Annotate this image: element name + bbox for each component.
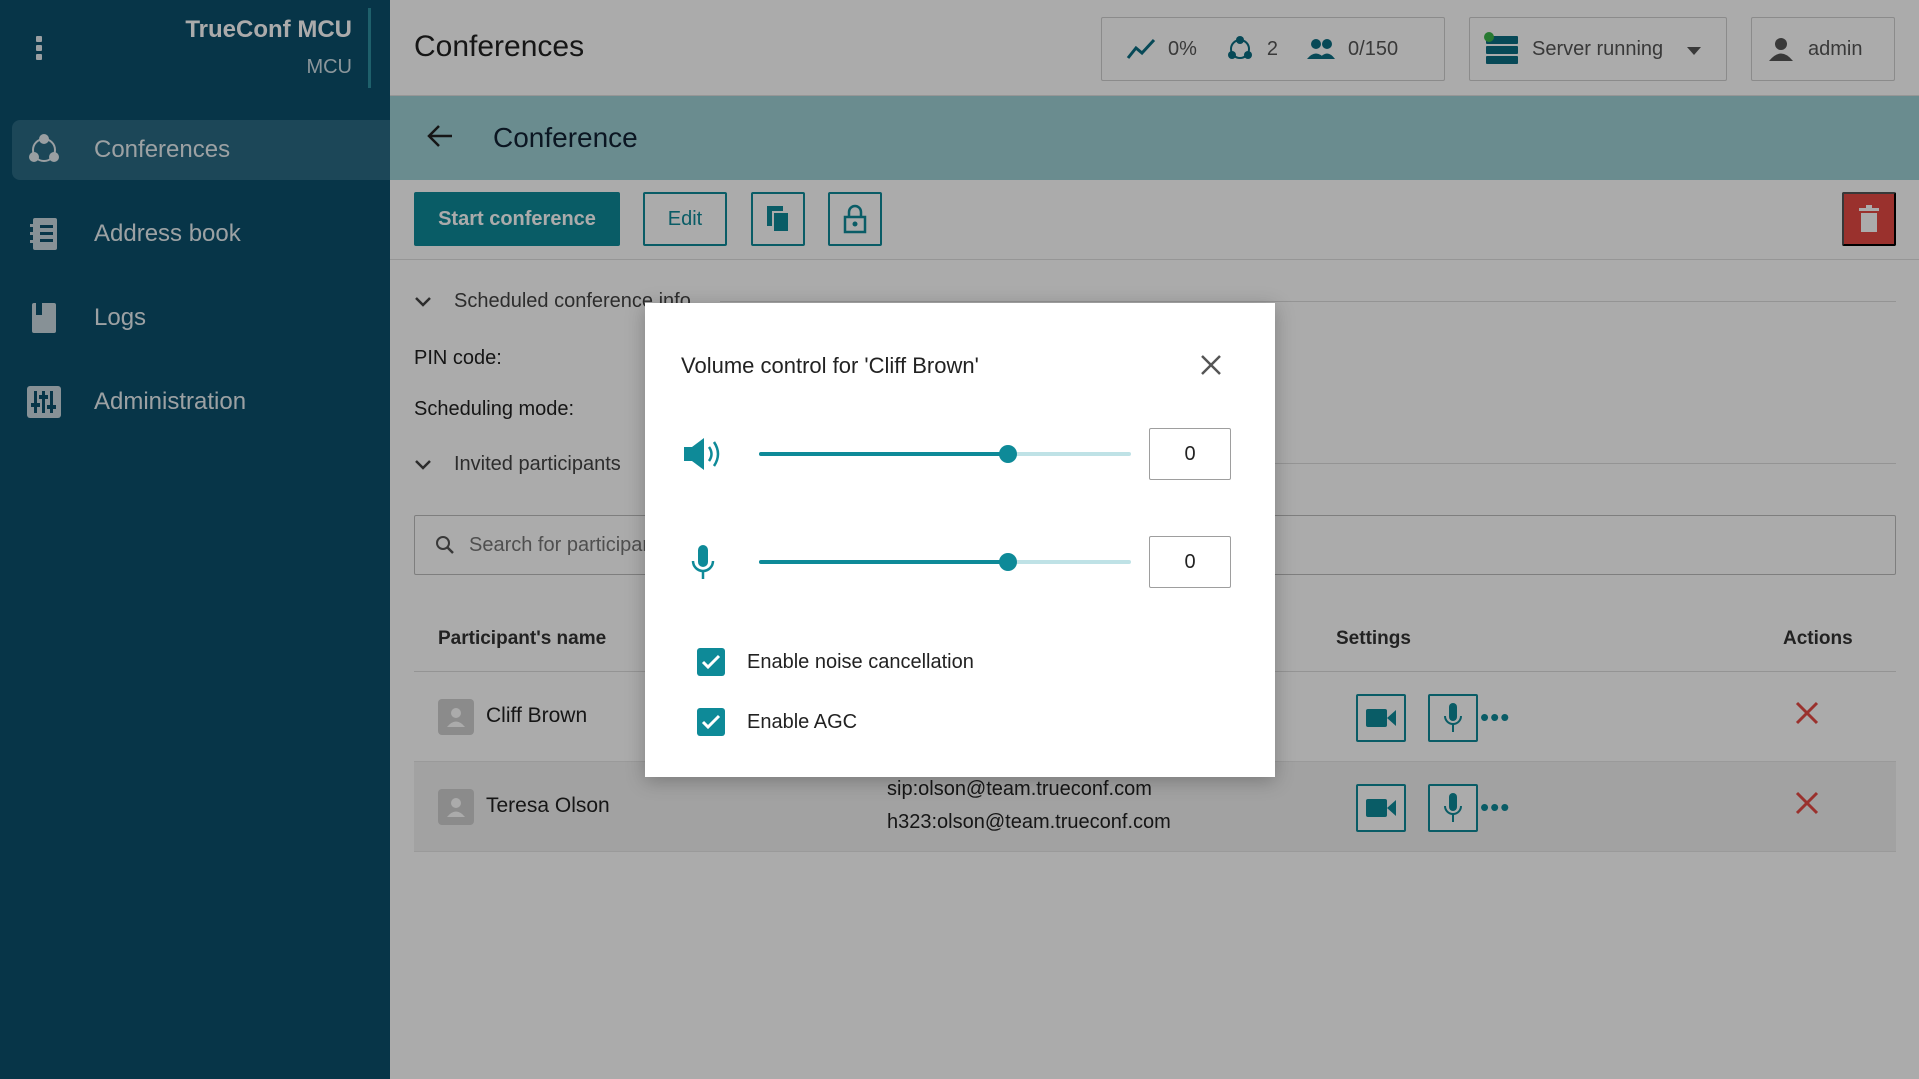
speaker-volume-row: 0 [681, 428, 1241, 480]
mic-volume-slider[interactable] [759, 553, 1131, 571]
agc-label: Enable AGC [747, 710, 858, 733]
dialog-title: Volume control for 'Cliff Brown' [681, 353, 979, 378]
noise-cancellation-option[interactable]: Enable noise cancellation [697, 648, 974, 676]
mic-volume-row: 0 [681, 536, 1241, 588]
microphone-icon [681, 542, 725, 582]
volume-control-dialog: Volume control for 'Cliff Brown' 0 0 Ena… [645, 303, 1275, 777]
checkmark-icon [701, 714, 721, 730]
speaker-icon [681, 434, 725, 474]
noise-cancellation-checkbox[interactable] [697, 648, 725, 676]
slider-thumb[interactable] [999, 445, 1018, 463]
close-icon[interactable] [1197, 351, 1225, 379]
agc-checkbox[interactable] [697, 708, 725, 736]
checkmark-icon [701, 654, 721, 670]
slider-fill [759, 452, 1009, 456]
slider-thumb[interactable] [999, 553, 1018, 571]
noise-cancellation-label: Enable noise cancellation [747, 650, 974, 673]
mic-volume-input[interactable]: 0 [1149, 536, 1231, 588]
speaker-volume-slider[interactable] [759, 445, 1131, 463]
speaker-volume-input[interactable]: 0 [1149, 428, 1231, 480]
agc-option[interactable]: Enable AGC [697, 708, 857, 736]
slider-fill [759, 560, 1009, 564]
